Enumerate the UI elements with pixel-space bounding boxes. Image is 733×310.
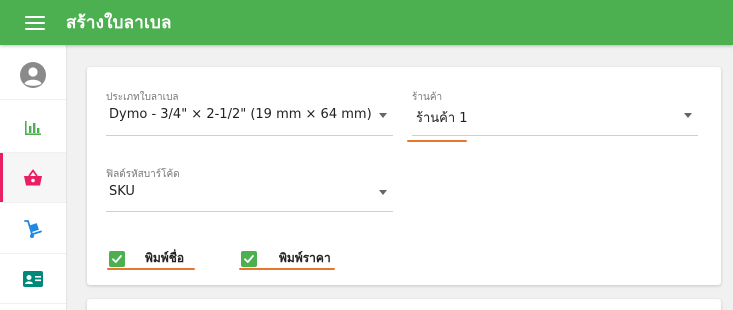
label-type-select[interactable]: ประเภทใบลาเบล Dymo - 3/4" × 2-1/2" (19 m… xyxy=(106,90,393,136)
sidebar-item-products[interactable] xyxy=(0,153,66,203)
shop-label: ร้านค้า xyxy=(412,92,443,103)
page-title: สร้างใบลาเบล xyxy=(66,13,172,33)
chevron-down-icon xyxy=(379,190,387,195)
barcode-field-value: SKU xyxy=(109,184,135,199)
highlight-underline xyxy=(107,268,195,270)
user-profile-icon xyxy=(20,61,46,88)
shop-select[interactable]: ร้านค้า ร้านค้า 1 xyxy=(412,90,698,136)
barcode-field-label: ฟิลด์รหัสบาร์โค้ด xyxy=(106,169,180,180)
bar-chart-icon xyxy=(25,120,41,135)
shop-value: ร้านค้า 1 xyxy=(416,111,468,126)
sidebar-item-profile[interactable] xyxy=(0,50,66,100)
print-name-label: พิมพ์ชื่อ xyxy=(145,251,185,265)
highlight-underline xyxy=(407,140,467,142)
barcode-field-select[interactable]: ฟิลด์รหัสบาร์โค้ด SKU xyxy=(106,167,393,212)
sidebar-item-reports[interactable] xyxy=(0,103,66,153)
id-card-icon xyxy=(23,270,43,287)
print-price-label: พิมพ์ราคา xyxy=(279,251,331,265)
shopping-basket-icon xyxy=(24,169,42,185)
sidebar xyxy=(0,45,67,310)
print-price-checkbox[interactable]: พิมพ์ราคา xyxy=(241,249,331,268)
print-name-checkbox[interactable]: พิมพ์ชื่อ xyxy=(109,249,184,268)
label-type-label: ประเภทใบลาเบล xyxy=(106,92,179,103)
highlight-underline xyxy=(239,268,335,270)
sidebar-item-inventory[interactable] xyxy=(0,204,66,254)
checkbox-checked-icon xyxy=(109,250,125,267)
label-settings-card: ประเภทใบลาเบล Dymo - 3/4" × 2-1/2" (19 m… xyxy=(87,67,721,285)
label-type-value: Dymo - 3/4" × 2-1/2" (19 mm × 64 mm) xyxy=(109,107,372,122)
app-bar: สร้างใบลาเบล xyxy=(0,0,733,45)
preview-card xyxy=(87,299,721,310)
sidebar-item-customers[interactable] xyxy=(0,254,66,304)
chevron-down-icon xyxy=(379,113,387,118)
hamburger-menu-icon[interactable] xyxy=(24,14,46,32)
chevron-down-icon xyxy=(684,113,692,118)
hand-truck-icon xyxy=(24,219,42,238)
checkbox-checked-icon xyxy=(241,250,257,267)
